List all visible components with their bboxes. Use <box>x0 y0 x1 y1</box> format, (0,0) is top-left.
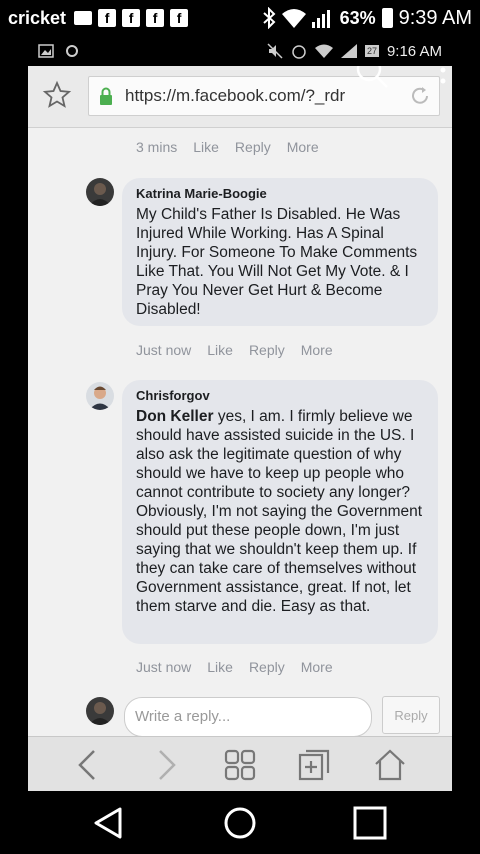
status-bar: cricket f f f f 63% 9:39 AM <box>0 0 480 36</box>
avatar <box>86 697 114 725</box>
home-icon[interactable] <box>372 747 408 783</box>
reply-button[interactable]: Reply <box>382 696 440 734</box>
signal-icon <box>311 10 330 28</box>
reply-link[interactable]: Reply <box>235 139 271 155</box>
url-bar: https://m.facebook.com/?_rdr <box>28 66 452 128</box>
android-nav-bar <box>0 791 480 854</box>
battery-percent: 63% <box>339 7 376 28</box>
url-text: https://m.facebook.com/?_rdr <box>125 86 346 105</box>
image-icon <box>38 44 54 58</box>
browser-toolbar <box>28 736 452 791</box>
notification-icons: f f f f <box>74 9 189 27</box>
like-link[interactable]: Like <box>207 342 233 358</box>
comment-time: 3 mins <box>136 139 178 155</box>
more-link[interactable]: More <box>287 139 319 155</box>
search-icon[interactable] <box>354 66 390 90</box>
reply-input[interactable]: Write a reply... <box>124 697 372 737</box>
facebook-icon: f <box>170 9 189 27</box>
mention-link[interactable]: Don Keller <box>136 408 214 425</box>
mute-icon <box>267 43 283 59</box>
comment-text: My Child's Father Is Disabled. He Was In… <box>136 206 418 318</box>
like-link[interactable]: Like <box>207 659 233 675</box>
browser-window: https://m.facebook.com/?_rdr 3 mins Like… <box>28 66 452 791</box>
nav-home-icon[interactable] <box>222 805 258 841</box>
facebook-icon: f <box>146 9 165 27</box>
comment-bubble: Chrisforgov Don Keller yes, I am. I firm… <box>122 380 438 644</box>
comment-bubble: Katrina Marie-Boogie My Child's Father I… <box>122 178 438 326</box>
reply-link[interactable]: Reply <box>249 659 285 675</box>
more-link[interactable]: More <box>301 659 333 675</box>
avatar[interactable] <box>86 178 114 206</box>
facebook-icon: f <box>98 9 117 27</box>
refresh-icon[interactable] <box>409 85 431 107</box>
reply-row: Write a reply... Reply <box>28 696 452 737</box>
battery-icon <box>381 8 393 28</box>
wifi-icon <box>281 9 306 28</box>
facebook-icon: f <box>122 9 141 27</box>
alarm-icon <box>292 45 306 59</box>
sync-icon <box>66 45 78 57</box>
comment-time: Just now <box>136 659 192 675</box>
comment-actions: Just now Like Reply More <box>136 342 349 358</box>
reply-link[interactable]: Reply <box>249 342 285 358</box>
bluetooth-icon <box>262 7 276 29</box>
inner-status-bar: 27 9:16 AM <box>28 36 452 66</box>
comment-text: Don Keller yes, I am. I firmly believe w… <box>136 407 424 616</box>
lock-icon <box>100 87 112 105</box>
avatar[interactable] <box>86 382 114 410</box>
signal-icon <box>340 44 357 58</box>
clock: 9:39 AM <box>398 6 472 29</box>
back-icon[interactable] <box>70 747 106 783</box>
like-link[interactable]: Like <box>193 139 219 155</box>
nav-recents-icon[interactable] <box>352 805 388 841</box>
overflow-menu-icon[interactable] <box>440 66 446 86</box>
message-icon <box>74 11 93 25</box>
comment-author[interactable]: Katrina Marie-Boogie <box>136 186 424 201</box>
calendar-badge: 27 <box>364 45 379 57</box>
tabs-grid-icon[interactable] <box>222 747 258 783</box>
inner-clock: 9:16 AM <box>386 42 442 60</box>
comment-author[interactable]: Chrisforgov <box>136 388 424 403</box>
comment-actions: Just now Like Reply More <box>136 659 349 675</box>
add-tab-icon[interactable] <box>296 747 332 783</box>
nav-back-icon[interactable] <box>90 805 126 841</box>
comment-body: yes, I am. I firmly believe we should ha… <box>136 408 423 615</box>
comments-area: 3 mins Like Reply More Katrina Marie-Boo… <box>28 128 452 737</box>
bookmark-star-icon[interactable] <box>42 80 72 110</box>
more-link[interactable]: More <box>301 342 333 358</box>
forward-icon[interactable] <box>148 747 184 783</box>
comment-time: Just now <box>136 342 192 358</box>
wifi-icon <box>314 44 333 58</box>
carrier-label: cricket <box>8 7 67 28</box>
comment-actions: 3 mins Like Reply More <box>136 139 335 155</box>
